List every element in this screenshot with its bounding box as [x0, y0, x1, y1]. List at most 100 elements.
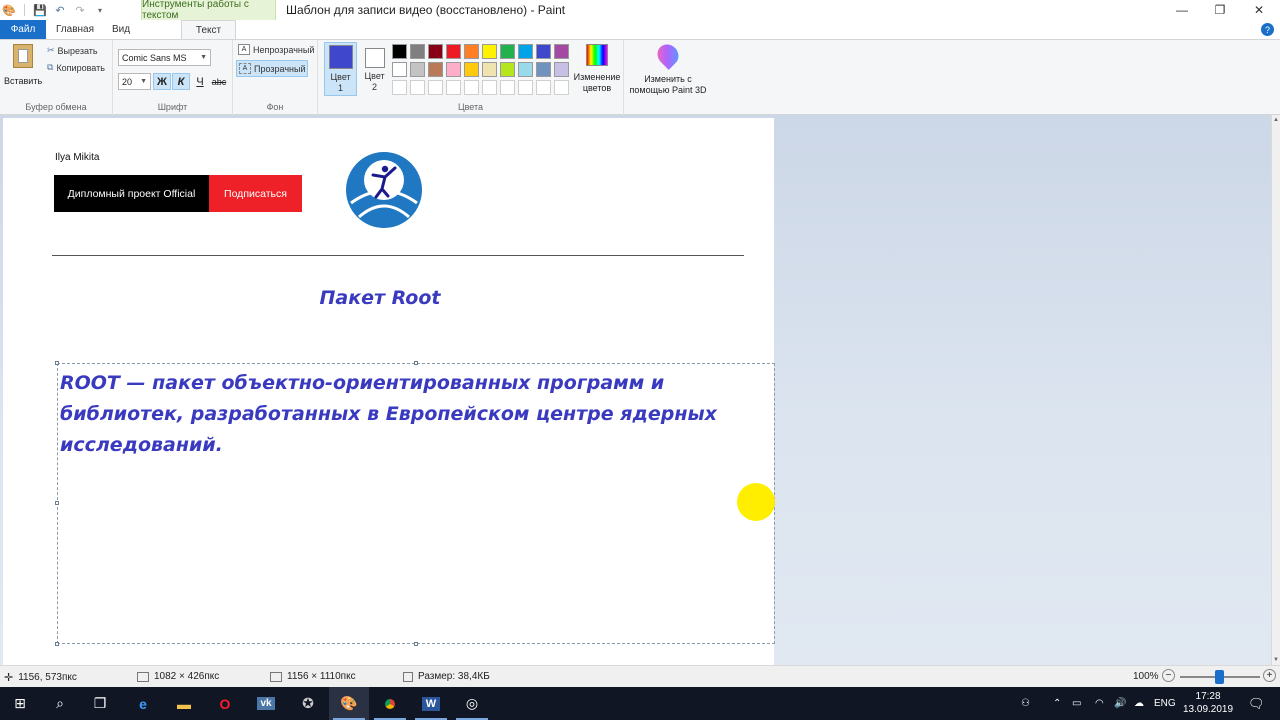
chrome-icon[interactable] — [370, 687, 410, 720]
italic-button[interactable]: К — [172, 73, 190, 90]
color2-button[interactable]: Цвет 2 — [358, 42, 391, 96]
paint-app-icon[interactable]: 🎨 — [2, 3, 16, 17]
cut-button[interactable]: ✂ Вырезать — [47, 45, 98, 56]
close-button[interactable]: ✕ — [1240, 0, 1278, 20]
minimize-button[interactable]: — — [1163, 0, 1201, 20]
word-icon[interactable]: W — [411, 687, 451, 720]
palette-swatch[interactable] — [518, 62, 533, 77]
palette-swatch[interactable] — [554, 44, 569, 59]
volume-icon[interactable]: 🔊 — [1114, 687, 1126, 720]
palette-swatch[interactable] — [428, 62, 443, 77]
resize-handle[interactable] — [55, 361, 59, 365]
vertical-scrollbar[interactable]: ▲ ▼ — [1271, 115, 1280, 665]
palette-swatch[interactable] — [482, 62, 497, 77]
resize-handle[interactable] — [414, 361, 418, 365]
windows-start-icon[interactable]: ⊞ — [0, 687, 40, 720]
palette-swatch[interactable] — [410, 44, 425, 59]
palette-custom-slot[interactable] — [446, 80, 461, 95]
palette-swatch[interactable] — [500, 44, 515, 59]
people-icon[interactable]: ⚇ — [1021, 687, 1030, 720]
maximize-button[interactable]: ❐ — [1201, 0, 1239, 20]
palette-swatch[interactable] — [536, 62, 551, 77]
palette-swatch[interactable] — [428, 44, 443, 59]
font-family-select[interactable]: Comic Sans MS ▼ — [118, 49, 211, 66]
palette-custom-slot[interactable] — [482, 80, 497, 95]
clock-time: 17:28 — [1195, 691, 1221, 702]
opaque-button[interactable]: A Непрозрачный — [238, 44, 314, 55]
palette-custom-slot[interactable] — [464, 80, 479, 95]
palette-swatch[interactable] — [392, 44, 407, 59]
file-size-value: Размер: 38,4КБ — [418, 671, 490, 682]
palette-swatch[interactable] — [554, 62, 569, 77]
paint3d-button[interactable]: Изменить с помощью Paint 3D — [626, 40, 710, 96]
tab-view[interactable]: Вид — [104, 20, 138, 39]
scroll-up-icon[interactable]: ▲ — [1273, 117, 1279, 123]
selection-icon — [137, 671, 149, 682]
palette-custom-slot[interactable] — [518, 80, 533, 95]
taskbar-clock[interactable]: 17:28 13.09.2019 — [1183, 690, 1233, 716]
tab-home[interactable]: Главная — [52, 20, 98, 39]
input-language[interactable]: ENG — [1154, 687, 1176, 720]
palette-swatch[interactable] — [536, 44, 551, 59]
search-icon[interactable]: ⌕ — [40, 687, 80, 720]
file-explorer-icon[interactable]: ▬ — [164, 687, 204, 720]
tab-text[interactable]: Текст — [181, 20, 236, 40]
palette-swatch[interactable] — [410, 62, 425, 77]
edge-icon[interactable]: e — [123, 687, 163, 720]
palette-swatch[interactable] — [446, 62, 461, 77]
help-icon[interactable]: ? — [1261, 23, 1274, 36]
zoom-out-icon[interactable]: − — [1162, 669, 1175, 682]
paint-taskbar-icon[interactable]: 🎨 — [329, 687, 369, 720]
tab-file[interactable]: Файл — [0, 20, 46, 39]
copy-button[interactable]: ⧉ Копировать — [47, 62, 105, 73]
palette-swatch[interactable] — [446, 44, 461, 59]
customize-qat-icon[interactable]: ▾ — [93, 3, 107, 17]
transparent-button[interactable]: A Прозрачный — [236, 60, 309, 77]
window-title: Шаблон для записи видео (восстановлено) … — [286, 3, 566, 17]
palette-custom-slot[interactable] — [554, 80, 569, 95]
colors-group-label: Цвета — [457, 102, 484, 112]
palette-swatch[interactable] — [392, 62, 407, 77]
opera-icon[interactable]: O — [205, 687, 245, 720]
cloud-icon[interactable]: ☁ — [1134, 687, 1144, 720]
clipboard-group: Вставить ✂ Вырезать ⧉ Копировать Буфер о… — [0, 40, 113, 115]
notifications-icon[interactable]: 🗨 — [1248, 687, 1265, 720]
edit-colors-button[interactable]: Изменение цветов — [570, 44, 624, 94]
wifi-icon[interactable]: ◠ — [1095, 687, 1104, 720]
redo-icon[interactable]: ↷ — [73, 3, 87, 17]
scroll-down-icon[interactable]: ▼ — [1273, 657, 1279, 663]
palette-swatch[interactable] — [518, 44, 533, 59]
palette-swatch[interactable] — [482, 44, 497, 59]
palette-swatch[interactable] — [500, 62, 515, 77]
font-size-select[interactable]: 20 ▼ — [118, 73, 151, 90]
palette-custom-slot[interactable] — [536, 80, 551, 95]
save-icon[interactable]: 💾 — [33, 3, 47, 17]
undo-icon[interactable]: ↶ — [53, 3, 67, 17]
underline-button[interactable]: Ч — [191, 73, 209, 90]
paint3d-group: Изменить с помощью Paint 3D — [624, 40, 712, 115]
zoom-in-icon[interactable]: + — [1263, 669, 1276, 682]
color1-button[interactable]: Цвет 1 — [324, 42, 357, 96]
task-view-icon[interactable]: ❐ — [80, 687, 120, 720]
ribbon-tabs: Файл Главная Вид Текст ? — [0, 20, 1280, 40]
paste-button[interactable]: Вставить — [4, 44, 42, 90]
resize-handle[interactable] — [55, 501, 59, 505]
resize-handle[interactable] — [414, 642, 418, 646]
palette-custom-slot[interactable] — [428, 80, 443, 95]
canvas-body-text[interactable]: ROOT — пакет объектно-ориентированных пр… — [60, 368, 760, 461]
recorder-icon[interactable]: ◎ — [452, 687, 492, 720]
palette-swatch[interactable] — [464, 62, 479, 77]
game-app-icon[interactable]: ✪ — [288, 687, 328, 720]
zoom-slider-thumb[interactable] — [1215, 670, 1224, 684]
monitor-icon[interactable]: ▭ — [1072, 687, 1081, 720]
file-size: Размер: 38,4КБ — [403, 671, 490, 682]
palette-custom-slot[interactable] — [500, 80, 515, 95]
vk-icon[interactable]: vk — [246, 687, 286, 720]
strikethrough-button[interactable]: abc — [210, 73, 228, 90]
tray-chevron-icon[interactable]: ⌃ — [1053, 687, 1061, 720]
bold-button[interactable]: Ж — [153, 73, 171, 90]
palette-custom-slot[interactable] — [410, 80, 425, 95]
resize-handle[interactable] — [55, 642, 59, 646]
palette-custom-slot[interactable] — [392, 80, 407, 95]
palette-swatch[interactable] — [464, 44, 479, 59]
